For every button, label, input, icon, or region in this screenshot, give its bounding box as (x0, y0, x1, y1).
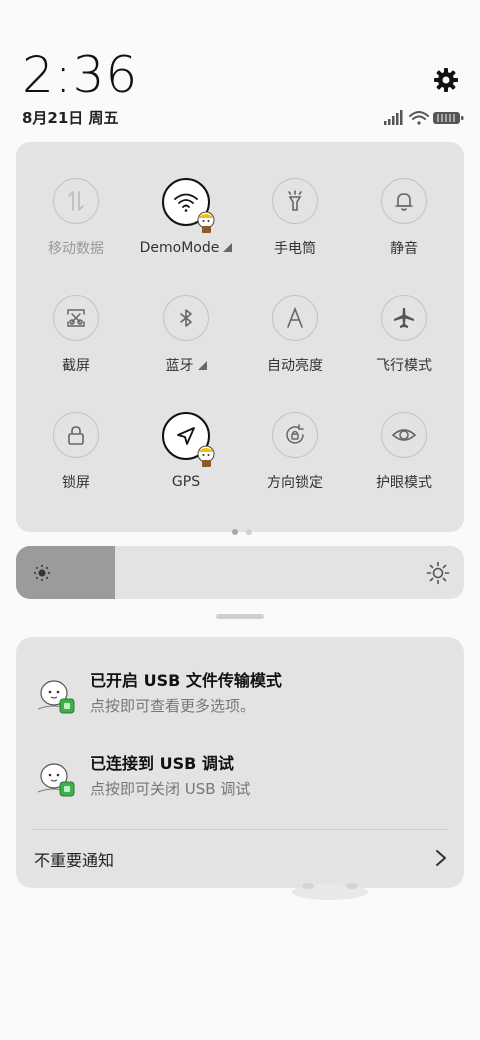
tile-lock-screen[interactable]: 锁屏 (20, 412, 132, 512)
unimportant-label: 不重要通知 (34, 851, 115, 870)
mobile-data-icon (53, 178, 99, 224)
tile-label: 飞行模式 (376, 358, 432, 374)
divider (32, 829, 448, 830)
usb-mascot-icon (37, 763, 75, 797)
tile-mobile-data[interactable]: 移动数据 (20, 178, 132, 278)
brightness-high-icon (426, 561, 450, 585)
bluetooth-icon (163, 295, 209, 341)
notification-card: 已开启 USB 文件传输模式 点按即可查看更多选项。 已连接到 USB 调试 点… (16, 637, 464, 888)
clock-date: 8月21日 周五 (22, 109, 119, 127)
tile-label: 手电筒 (274, 241, 316, 257)
signal-icon (384, 110, 403, 125)
tile-label: 锁屏 (62, 475, 90, 491)
status-icons (382, 108, 466, 128)
mascot-badge-icon (197, 211, 215, 233)
tile-label: 截屏 (62, 358, 90, 374)
auto-brightness-icon (272, 295, 318, 341)
eye-icon (381, 412, 427, 458)
tile-label: 方向锁定 (267, 475, 323, 491)
brightness-slider[interactable] (16, 546, 464, 599)
notification-subtitle: 点按即可查看更多选项。 (90, 697, 256, 715)
notification-subtitle: 点按即可关闭 USB 调试 (90, 780, 251, 798)
tile-eye-care[interactable]: 护眼模式 (348, 412, 460, 512)
page-indicator (228, 520, 256, 539)
tile-airplane[interactable]: 飞行模式 (348, 295, 460, 395)
tile-rotation-lock[interactable]: 方向锁定 (239, 412, 351, 512)
clock-time: 2:36 (22, 46, 139, 104)
chevron-right-icon (436, 850, 446, 866)
tile-gps[interactable]: GPS (130, 412, 242, 512)
bell-icon (381, 178, 427, 224)
airplane-icon (381, 295, 427, 341)
notification-usb-transfer[interactable]: 已开启 USB 文件传输模式 点按即可查看更多选项。 (16, 667, 464, 737)
battery-icon (433, 112, 464, 124)
tile-label: 静音 (390, 241, 418, 257)
tile-label: 自动亮度 (267, 358, 323, 374)
brightness-low-icon (34, 565, 50, 581)
tile-mute[interactable]: 静音 (348, 178, 460, 278)
screenshot-icon (53, 295, 99, 341)
notification-title: 已开启 USB 文件传输模式 (90, 671, 282, 690)
wifi-icon (162, 178, 215, 233)
brightness-fill (16, 546, 115, 599)
page-dot (246, 529, 252, 535)
tile-label: 蓝牙 (166, 355, 207, 375)
page-dot-active (232, 529, 238, 535)
tile-label: GPS (171, 474, 201, 490)
wifi-icon (409, 111, 429, 125)
drag-handle[interactable] (216, 614, 264, 619)
notification-title: 已连接到 USB 调试 (90, 754, 234, 773)
expand-triangle-icon (223, 243, 233, 252)
quick-settings-panel: 移动数据 DemoMode 手电筒 静音 截屏 蓝牙 自动亮度 飞行模式 锁屏 … (16, 142, 464, 535)
tile-wifi[interactable]: DemoMode (130, 178, 242, 278)
flashlight-icon (272, 178, 318, 224)
location-arrow-icon (162, 412, 215, 467)
usb-mascot-icon (37, 680, 75, 714)
tile-auto-brightness[interactable]: 自动亮度 (239, 295, 351, 395)
mascot-badge-icon (197, 445, 215, 467)
decorative-shadow (292, 883, 368, 900)
tile-bluetooth[interactable]: 蓝牙 (130, 295, 242, 395)
tile-label: 移动数据 (48, 241, 104, 257)
gear-icon[interactable] (430, 64, 462, 96)
unimportant-notifications-row[interactable]: 不重要通知 (32, 847, 448, 871)
expand-triangle-icon (197, 361, 207, 370)
tile-label: DemoMode (140, 240, 233, 256)
notification-usb-debug[interactable]: 已连接到 USB 调试 点按即可关闭 USB 调试 (16, 750, 464, 820)
tile-label: 护眼模式 (376, 475, 432, 491)
lock-icon (53, 412, 99, 458)
rotation-lock-icon (272, 412, 318, 458)
tile-screenshot[interactable]: 截屏 (20, 295, 132, 395)
tile-flashlight[interactable]: 手电筒 (239, 178, 351, 278)
